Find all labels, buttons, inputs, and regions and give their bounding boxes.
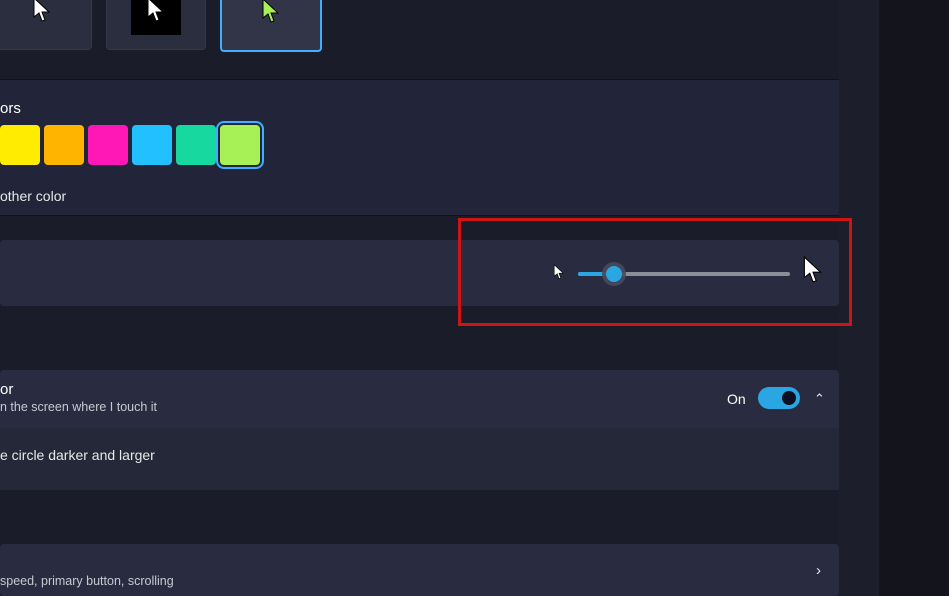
chevron-right-icon: › [816,562,821,579]
pointer-style-custom-color[interactable] [220,0,322,52]
pointer-style-tiles [0,0,839,50]
touch-indicator-row[interactable] [0,370,839,428]
choose-another-color-link[interactable]: other color [0,188,66,204]
swatch-orange[interactable] [44,125,84,165]
swatch-teal[interactable] [176,125,216,165]
color-swatches [0,125,260,165]
swatch-cyan[interactable] [132,125,172,165]
touch-indicator-toggle[interactable] [758,387,800,409]
cursor-color-icon [261,0,281,24]
content-edge-strip [839,0,879,596]
mouse-settings-row[interactable] [0,544,839,596]
swatch-magenta[interactable] [88,125,128,165]
cursor-small-icon [553,264,565,283]
swatch-yellow[interactable] [0,125,40,165]
mouse-settings-subtitle: speed, primary button, scrolling [0,574,174,588]
chevron-up-icon[interactable]: ⌃ [814,391,825,407]
recommended-colors-label: ors [0,100,21,117]
cursor-white-icon [32,0,52,23]
touch-indicator-subtitle: n the screen where I touch it [0,400,157,414]
cursor-large-icon [802,256,824,291]
touch-indicator-title: or [0,381,13,398]
divider [0,215,839,216]
swatch-lime[interactable] [220,125,260,165]
cursor-inverted-icon [146,0,166,23]
right-gutter [879,0,949,596]
pointer-style-inverted[interactable] [106,0,206,50]
pointer-size-slider-thumb[interactable] [606,266,622,282]
touch-darker-larger-label: e circle darker and larger [0,447,155,463]
pointer-style-white[interactable] [0,0,92,50]
touch-indicator-toggle-label: On [727,391,746,407]
